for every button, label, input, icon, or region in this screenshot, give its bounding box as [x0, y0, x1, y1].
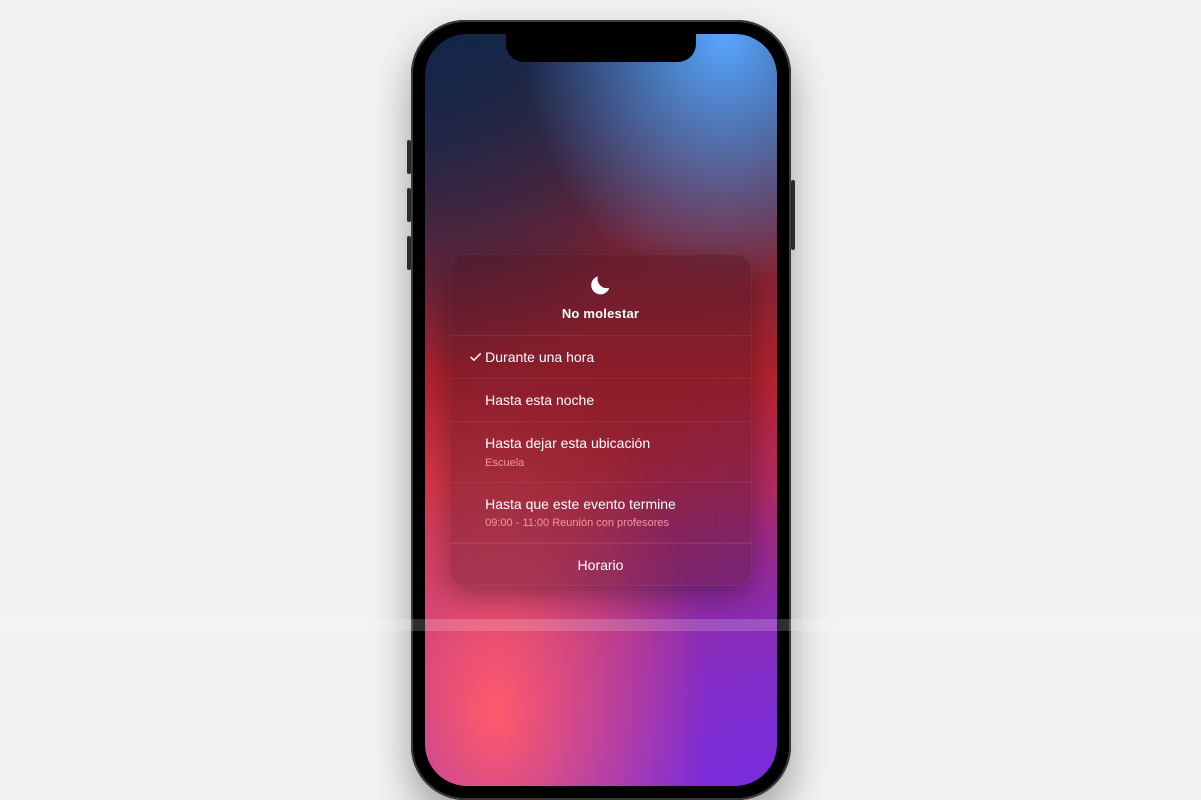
panel-title: No molestar	[463, 306, 738, 321]
dnd-option-until-event-ends[interactable]: Hasta que este evento termine 09:00 - 11…	[449, 483, 752, 543]
option-label: Hasta esta noche	[485, 391, 736, 409]
dnd-option-until-leave-location[interactable]: Hasta dejar esta ubicación Escuela	[449, 422, 752, 482]
checkmark-placeholder	[465, 434, 485, 436]
option-sublabel: 09:00 - 11:00 Reunión con profesores	[485, 516, 736, 530]
option-sublabel: Escuela	[485, 456, 736, 470]
do-not-disturb-panel: No molestar Durante una hora Hasta esta …	[449, 254, 752, 586]
checkmark-icon	[465, 348, 485, 364]
panel-header: No molestar	[449, 254, 752, 336]
option-label: Hasta dejar esta ubicación	[485, 434, 736, 452]
schedule-button[interactable]: Horario	[449, 543, 752, 586]
checkmark-placeholder	[465, 495, 485, 497]
iphone-notch	[505, 34, 695, 62]
option-label: Hasta que este evento termine	[485, 495, 736, 513]
dnd-option-until-tonight[interactable]: Hasta esta noche	[449, 379, 752, 422]
iphone-frame: No molestar Durante una hora Hasta esta …	[411, 20, 791, 800]
checkmark-placeholder	[465, 391, 485, 393]
option-label: Durante una hora	[485, 348, 736, 366]
iphone-screen: No molestar Durante una hora Hasta esta …	[425, 34, 777, 786]
dnd-option-one-hour[interactable]: Durante una hora	[449, 336, 752, 379]
moon-icon	[463, 272, 738, 298]
